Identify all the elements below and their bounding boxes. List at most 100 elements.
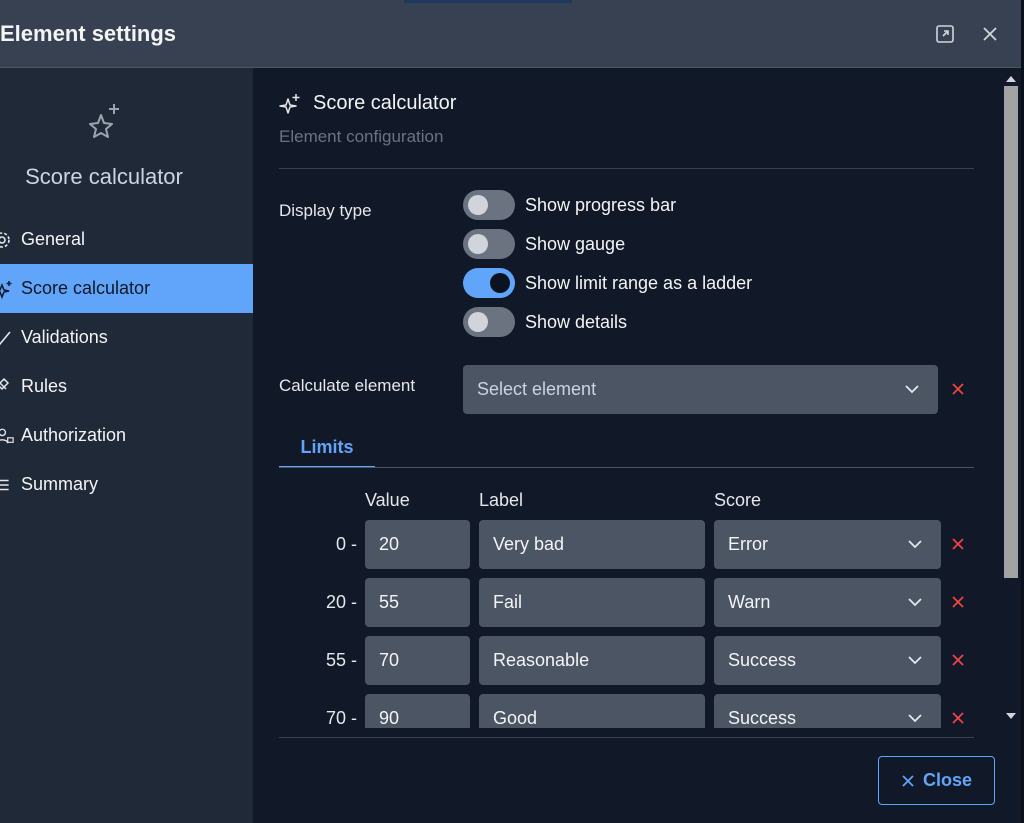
toggle-knob [468, 195, 488, 215]
remove-limit-button[interactable] [949, 593, 967, 611]
star-plus-icon [89, 104, 119, 138]
chevron-down-icon [908, 714, 922, 723]
sidebar-item-score-calculator[interactable]: Score calculator [0, 264, 253, 313]
toggle-show-details[interactable]: Show details [463, 307, 627, 337]
limit-value-input[interactable]: 20 [365, 520, 470, 569]
sidebar-item-summary[interactable]: Summary [0, 460, 253, 509]
limits-table: 0 - 20 Very bad Error 20 - 55 Fail Warn [253, 518, 1001, 728]
sidebar-item-validations[interactable]: Validations [0, 313, 253, 362]
gear-icon [0, 230, 14, 250]
table-row: 55 - 70 Reasonable Success [253, 636, 1001, 686]
select-value: Warn [728, 592, 771, 612]
limit-value-input[interactable]: 90 [365, 694, 470, 728]
rules-icon [0, 377, 14, 397]
clear-calculate-element-button[interactable] [949, 380, 967, 398]
display-type-label: Display type [279, 201, 372, 220]
tab-limits[interactable]: Limits [279, 430, 375, 468]
section-divider [279, 168, 974, 169]
column-header-value: Value [365, 490, 410, 510]
scrollbar-thumb[interactable] [1004, 86, 1018, 578]
window-close-button[interactable] [978, 22, 1002, 46]
close-icon [952, 538, 964, 550]
scroll-down-arrow[interactable] [1005, 711, 1017, 721]
table-row: 20 - 55 Fail Warn [253, 578, 1001, 628]
expand-button[interactable] [933, 22, 957, 46]
toggle-knob [468, 312, 488, 332]
table-row: 70 - 90 Good Success [253, 694, 1001, 728]
chevron-down-icon [908, 598, 922, 607]
section-title: Score calculator [313, 92, 457, 114]
tab-label: Limits [300, 437, 354, 457]
toggle-switch[interactable] [463, 190, 515, 220]
select-value: Success [728, 650, 797, 670]
limit-label-input[interactable]: Reasonable [479, 636, 705, 685]
chevron-down-icon [905, 385, 919, 394]
footer-divider [279, 737, 974, 738]
chevron-down-icon [908, 656, 922, 665]
remove-limit-button[interactable] [949, 535, 967, 553]
toggle-knob [490, 273, 510, 293]
remove-limit-button[interactable] [949, 651, 967, 669]
sparkle-icon [279, 93, 300, 114]
column-header-label: Label [479, 490, 524, 510]
sidebar-item-authorization[interactable]: Authorization [0, 411, 253, 460]
select-value: Success [728, 708, 797, 728]
close-button[interactable]: Close [878, 756, 995, 805]
close-icon [902, 774, 914, 787]
toggle-show-gauge[interactable]: Show gauge [463, 229, 625, 259]
toggle-show-progress-bar[interactable]: Show progress bar [463, 190, 676, 220]
toggle-switch[interactable] [463, 229, 515, 259]
column-header-score: Score [714, 490, 762, 510]
limit-from: 0 - [335, 534, 357, 554]
sidebar-item-label: General [21, 229, 86, 249]
sidebar-item-label: Authorization [21, 425, 127, 445]
user-lock-icon [0, 426, 14, 446]
sidebar-item-label: Summary [21, 474, 99, 494]
limit-value-input[interactable]: 70 [365, 636, 470, 685]
limit-value-input[interactable]: 55 [365, 578, 470, 627]
toggle-switch[interactable] [463, 307, 515, 337]
table-row: 0 - 20 Very bad Error [253, 520, 1001, 570]
sidebar-item-label: Rules [21, 376, 68, 396]
sidebar-item-rules[interactable]: Rules [0, 362, 253, 411]
limit-score-select[interactable]: Warn [714, 578, 941, 627]
section-header: Score calculator [279, 92, 456, 115]
toggle-label: Show progress bar [525, 194, 677, 215]
limit-label-input[interactable]: Good [479, 694, 705, 728]
limit-label-input[interactable]: Fail [479, 578, 705, 627]
limit-from: 20 - [325, 592, 357, 612]
toggle-knob [468, 234, 488, 254]
limit-from: 55 - [325, 650, 357, 670]
window-titlebar: Element settings [0, 0, 1024, 68]
toggle-label: Show details [525, 311, 628, 332]
titlebar-accent [404, 0, 572, 3]
tabs-underline [279, 467, 974, 468]
scroll-up-arrow[interactable] [1005, 74, 1017, 84]
sidebar: Score calculator General Score calculato… [0, 68, 253, 823]
close-icon [952, 383, 964, 395]
toggle-label: Show gauge [525, 233, 626, 254]
select-placeholder: Select element [477, 379, 597, 399]
sidebar-title: Score calculator [25, 164, 183, 189]
main-panel: Score calculator Element configuration D… [253, 68, 1024, 823]
limit-score-select[interactable]: Error [714, 520, 941, 569]
close-button-label: Close [922, 770, 973, 790]
list-icon [0, 475, 14, 495]
calculate-element-label: Calculate element [279, 376, 416, 395]
close-icon [952, 596, 964, 608]
close-icon [983, 27, 997, 41]
close-icon [952, 712, 964, 724]
calculate-element-select[interactable]: Select element [463, 365, 938, 414]
remove-limit-button[interactable] [949, 709, 967, 727]
sparkle-icon [0, 279, 14, 299]
chevron-down-icon [908, 540, 922, 549]
toggle-label: Show limit range as a ladder [525, 272, 753, 293]
toggle-show-limit-ladder[interactable]: Show limit range as a ladder [463, 268, 752, 298]
limit-from: 70 - [325, 708, 357, 728]
limit-score-select[interactable]: Success [714, 694, 941, 728]
select-value: Error [728, 534, 768, 554]
toggle-switch[interactable] [463, 268, 515, 298]
limit-label-input[interactable]: Very bad [479, 520, 705, 569]
limit-score-select[interactable]: Success [714, 636, 941, 685]
sidebar-item-general[interactable]: General [0, 215, 253, 264]
